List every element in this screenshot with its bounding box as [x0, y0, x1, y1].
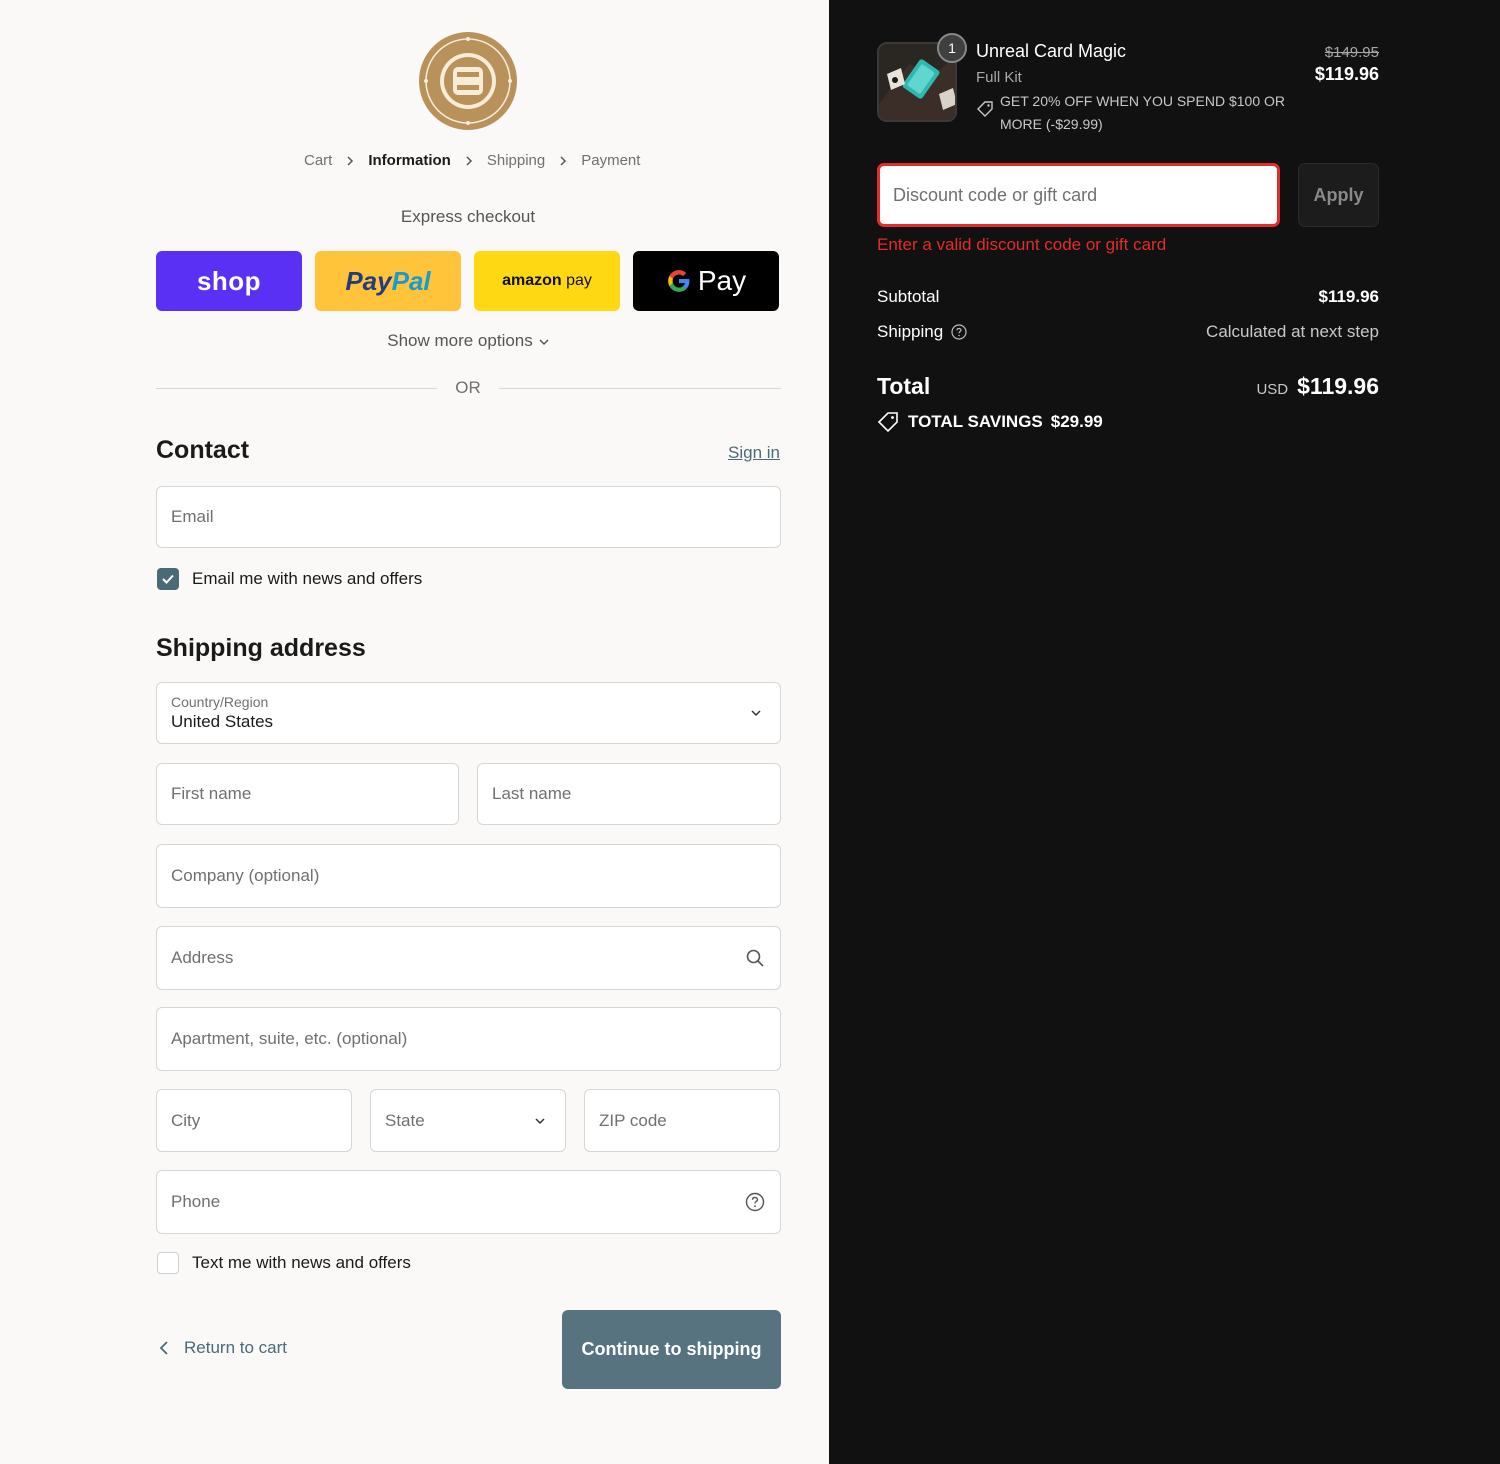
paypal-logo: PayPal [345, 265, 431, 296]
chevron-down-icon [529, 1110, 551, 1132]
shipping-summary-label: Shipping [877, 322, 967, 342]
apartment-placeholder: Apartment, suite, etc. (optional) [171, 1029, 408, 1048]
first-name-placeholder: First name [171, 784, 252, 803]
google-pay-label: Pay [697, 265, 747, 296]
chevron-down-icon [539, 338, 549, 345]
continue-label: Continue to shipping [581, 1339, 762, 1359]
sms-optin-checkbox[interactable] [157, 1252, 179, 1274]
email-optin[interactable]: Email me with news and offers [157, 568, 422, 590]
order-summary: 1 Unreal Card Magic Full Kit GET 20% OFF… [829, 0, 1500, 1464]
savings-value: $29.99 [1050, 412, 1103, 431]
chevron-right-icon [545, 155, 581, 166]
subtotal-value: $119.96 [1318, 287, 1379, 306]
show-more-options[interactable]: Show more options [156, 331, 780, 351]
product-name: Unreal Card Magic [976, 41, 1127, 61]
first-name-field[interactable]: First name [156, 763, 459, 825]
total-amount: $119.96 [1297, 373, 1379, 399]
apply-label: Apply [1313, 184, 1364, 205]
promo-text: GET 20% OFF WHEN YOU SPEND $100 OR MORE … [1000, 93, 1286, 132]
shipping-summary-value: Calculated at next step [1206, 322, 1379, 341]
discount-placeholder: Discount code or gift card [893, 184, 1098, 205]
zip-placeholder: ZIP code [599, 1110, 667, 1130]
tag-icon [977, 101, 993, 117]
show-more-label: Show more options [387, 331, 533, 350]
country-value: United States [171, 712, 274, 731]
google-pay-button[interactable]: Pay [633, 251, 779, 311]
apply-discount-button[interactable]: Apply [1298, 163, 1379, 227]
chevron-left-icon [159, 1341, 168, 1355]
address-placeholder: Address [171, 948, 234, 967]
sms-optin-label: Text me with news and offers [192, 1253, 411, 1272]
shop-pay-button[interactable]: shop [156, 251, 302, 311]
or-separator: OR [455, 378, 481, 397]
last-name-field[interactable]: Last name [477, 763, 781, 825]
chevron-down-icon [751, 710, 761, 717]
country-label: Country/Region [171, 694, 269, 710]
country-select[interactable]: Country/Region United States [156, 682, 781, 744]
google-g-icon [668, 270, 690, 292]
breadcrumb-shipping: Shipping [486, 152, 546, 169]
state-select[interactable]: State [370, 1089, 566, 1152]
city-placeholder: City [171, 1110, 201, 1130]
shipping-label-text: Shipping [877, 322, 944, 341]
total-currency: USD [1256, 381, 1289, 398]
amazon-pay-logo: amazon pay [502, 272, 592, 289]
total-value: USD $119.96 [1256, 373, 1379, 400]
address-field[interactable]: Address [156, 926, 781, 990]
subtotal-label: Subtotal [877, 287, 940, 306]
price-original: $149.95 [1324, 44, 1379, 61]
contact-title: Contact [156, 436, 250, 464]
help-circle-icon[interactable] [744, 1191, 766, 1213]
shop-pay-label: shop [196, 265, 262, 296]
continue-to-shipping-button[interactable]: Continue to shipping [562, 1310, 781, 1389]
state-placeholder: State [385, 1110, 425, 1130]
email-field[interactable]: Email [156, 486, 781, 548]
apartment-field[interactable]: Apartment, suite, etc. (optional) [156, 1007, 781, 1071]
checkout-main: Cart Information Shipping Payment Expres… [0, 0, 829, 1464]
company-placeholder: Company (optional) [171, 866, 320, 885]
sms-optin[interactable]: Text me with news and offers [157, 1252, 411, 1274]
breadcrumb-cart[interactable]: Cart [304, 152, 332, 169]
product-variant: Full Kit [976, 69, 1022, 86]
store-logo[interactable] [417, 30, 519, 132]
phone-placeholder: Phone [171, 1192, 221, 1211]
savings-label: TOTAL SAVINGS [908, 412, 1043, 431]
paypal-button[interactable]: PayPal [315, 251, 461, 311]
city-field[interactable]: City [156, 1089, 352, 1152]
last-name-placeholder: Last name [492, 784, 572, 803]
chevron-right-icon [451, 155, 487, 166]
quantity-badge: 1 [937, 33, 967, 63]
phone-field[interactable]: Phone [156, 1170, 781, 1234]
email-placeholder: Email [171, 507, 214, 526]
shipping-address-title: Shipping address [156, 634, 366, 662]
sign-in-link[interactable]: Sign in [728, 443, 780, 463]
total-savings: TOTAL SAVINGS $29.99 [877, 411, 1103, 433]
breadcrumb-payment: Payment [581, 152, 641, 169]
zip-field[interactable]: ZIP code [584, 1089, 780, 1152]
promo-line: GET 20% OFF WHEN YOU SPEND $100 OR MORE … [976, 90, 1286, 136]
discount-error-message: Enter a valid discount code or gift card [877, 235, 1167, 254]
divider-left [156, 388, 437, 389]
checkmark-icon [162, 574, 174, 584]
divider-right [499, 388, 781, 389]
email-optin-checkbox[interactable] [157, 568, 179, 590]
tag-icon [877, 412, 898, 433]
amazon-pay-button[interactable]: amazon pay [474, 251, 620, 311]
company-field[interactable]: Company (optional) [156, 844, 781, 908]
help-circle-icon[interactable] [951, 324, 967, 340]
return-to-cart-label: Return to cart [184, 1338, 287, 1357]
search-icon [744, 947, 766, 969]
total-label: Total [877, 373, 931, 399]
chevron-right-icon [332, 155, 368, 166]
return-to-cart-link[interactable]: Return to cart [158, 1338, 287, 1358]
discount-code-input[interactable]: Discount code or gift card [877, 163, 1280, 227]
price-discounted: $119.96 [1314, 64, 1379, 84]
breadcrumb-information: Information [368, 152, 451, 169]
breadcrumb: Cart Information Shipping Payment [304, 152, 640, 169]
express-checkout-title: Express checkout [400, 207, 536, 226]
email-optin-label: Email me with news and offers [192, 569, 423, 588]
